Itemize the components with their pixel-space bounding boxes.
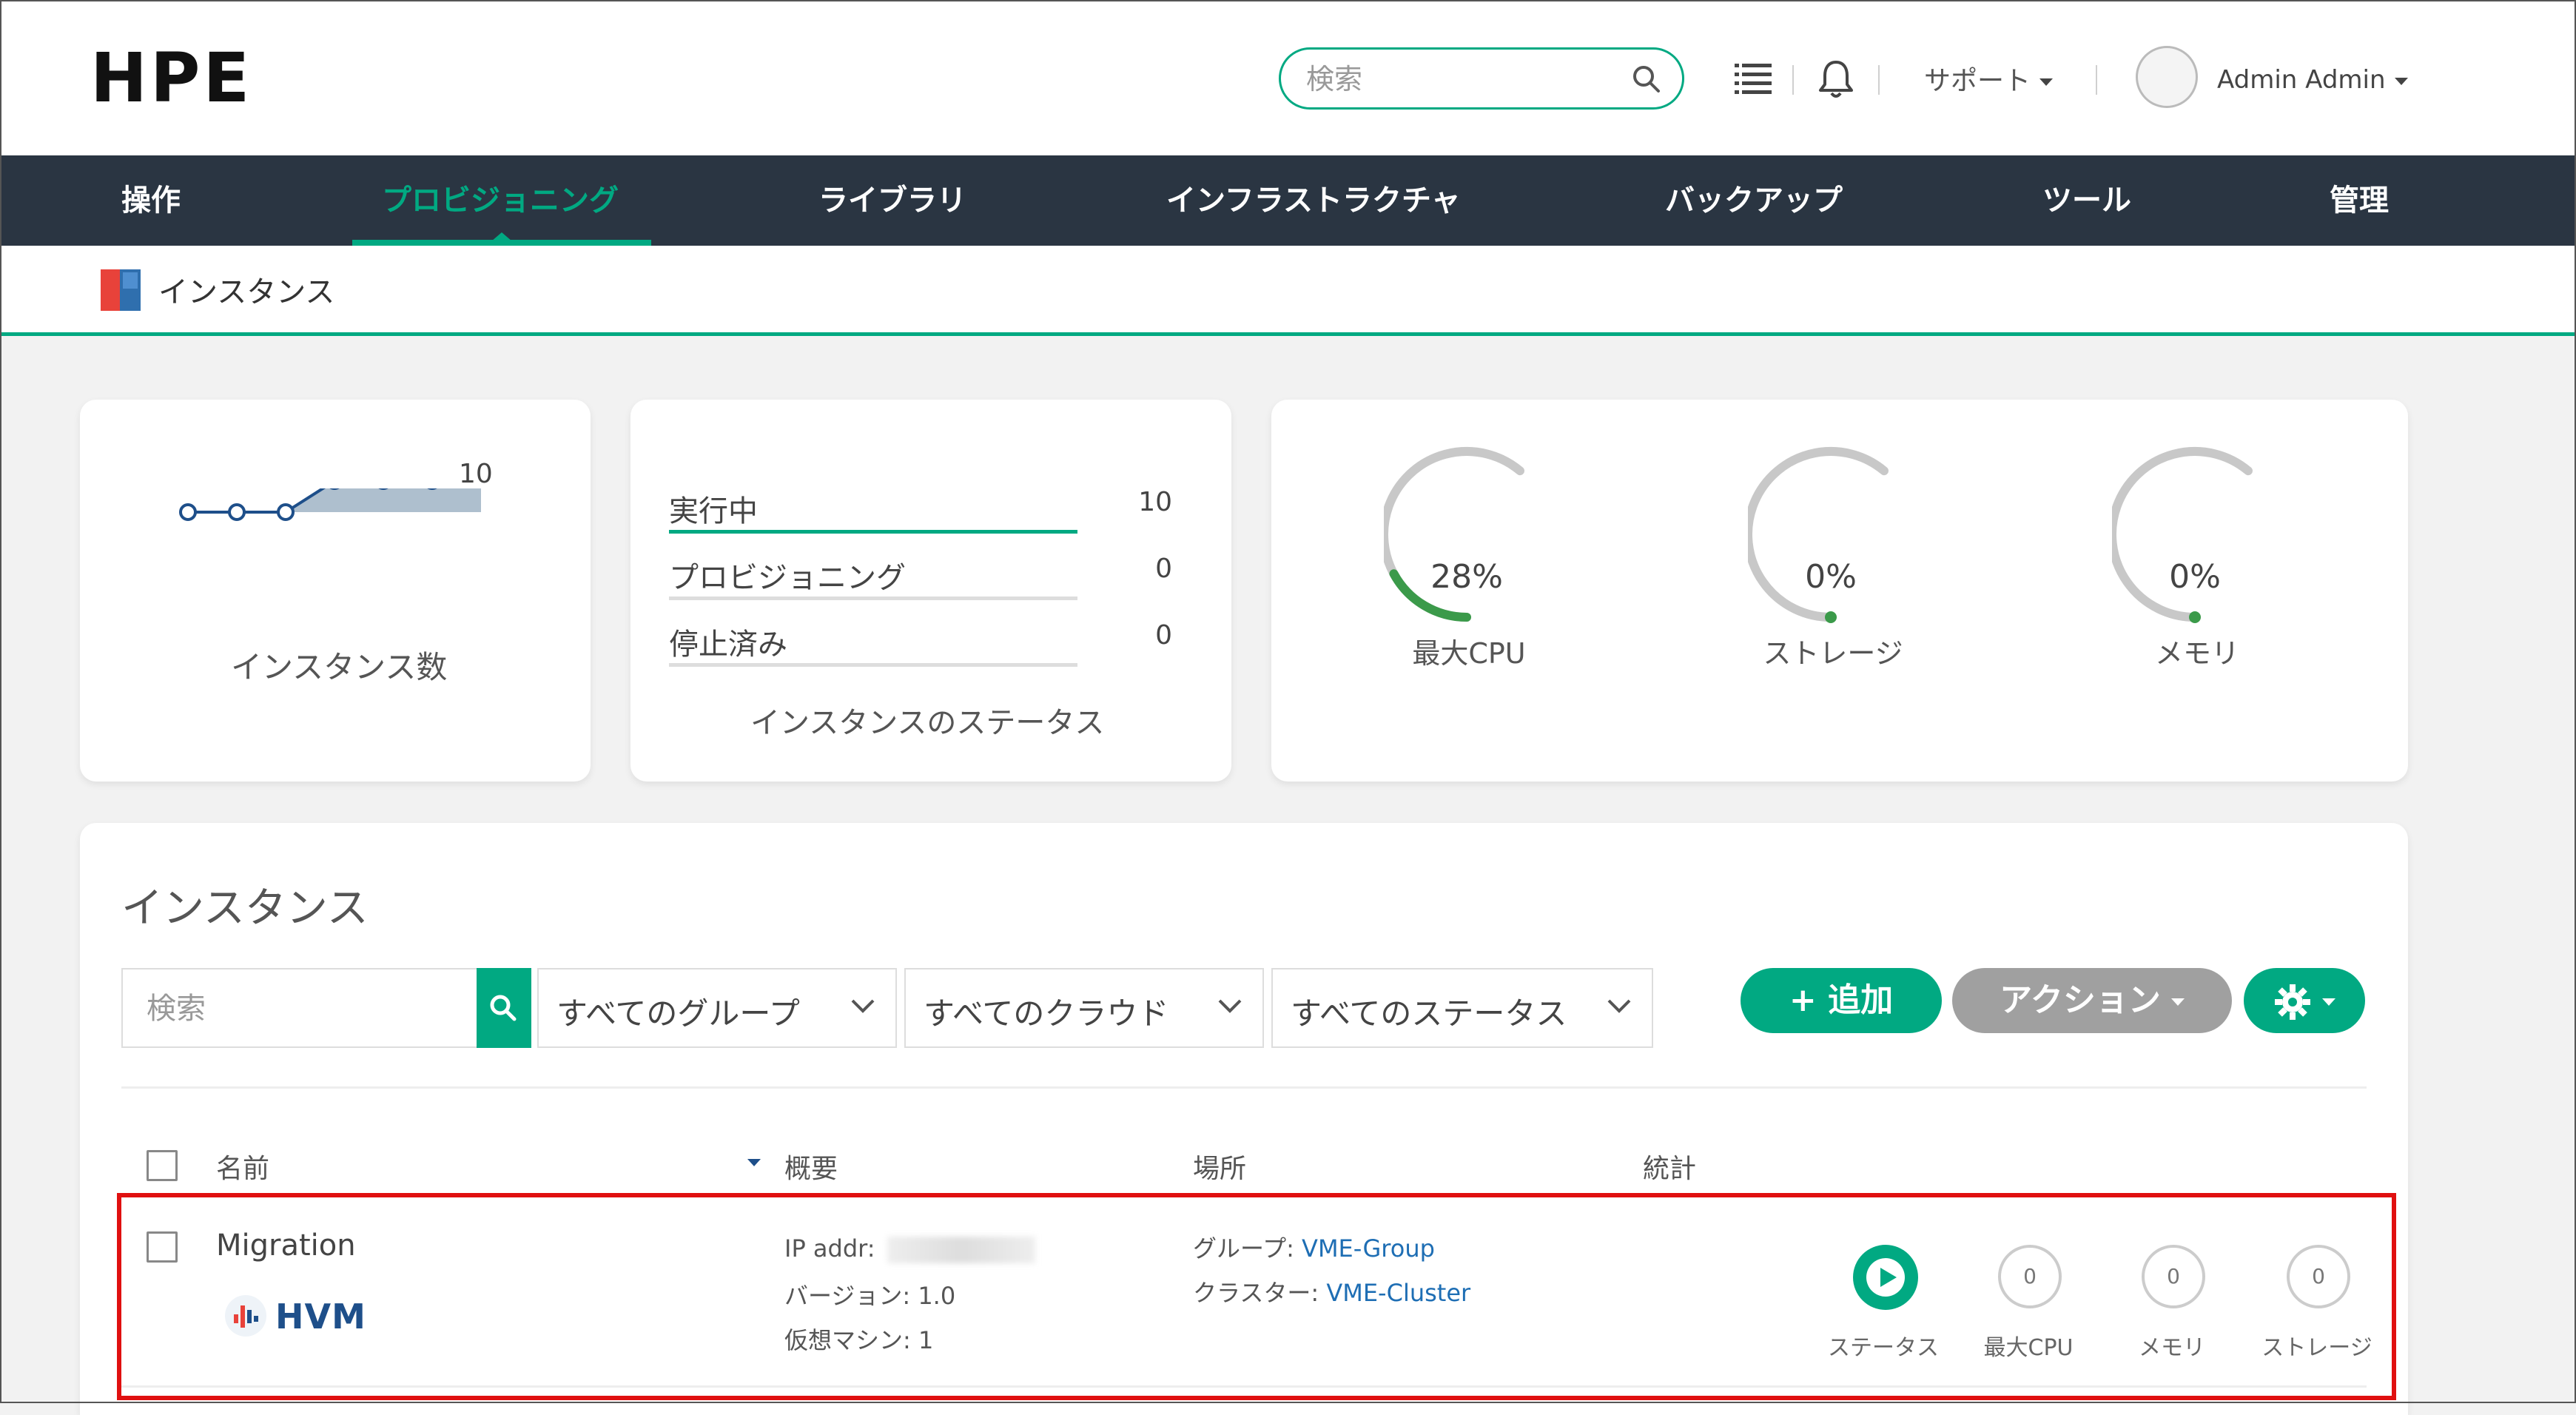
instance-count-caption: インスタンス数: [231, 649, 448, 685]
status-bar: [669, 663, 1077, 667]
chevron-down-icon: [2394, 77, 2408, 85]
gauge-arc: [1748, 447, 1889, 623]
gauge-value: 0%: [2169, 558, 2221, 596]
gauge-value: 28%: [1430, 558, 1503, 596]
add-instance-button[interactable]: + 追加: [1741, 968, 1942, 1033]
header-separator: [2096, 65, 2097, 95]
instances-search[interactable]: [121, 968, 481, 1048]
hpe-logo[interactable]: HPE: [90, 38, 252, 118]
add-button-label: + 追加: [1789, 981, 1894, 1019]
active-tab-indicator: [352, 240, 651, 246]
gauge-arc: [1384, 447, 1524, 622]
avatar[interactable]: [2136, 46, 2198, 108]
gauge-zero-dot: [1825, 611, 1837, 623]
main-nav: 操作 プロビジョニング ライブラリ インフラストラクチャ バックアップ ツール …: [0, 155, 2576, 246]
dropdown-label: すべてのグループ: [556, 995, 800, 1032]
header-separator: [1792, 65, 1794, 95]
gear-icon: [2275, 984, 2310, 1020]
nav-item-administration[interactable]: 管理: [2330, 155, 2389, 246]
sort-desc-icon[interactable]: [747, 1159, 761, 1166]
sparkline-max-label: 10: [459, 459, 493, 489]
status-row-provisioning: プロビジョニング 0: [669, 545, 1172, 604]
instances-title: インスタンス: [121, 884, 369, 932]
status-filter-dropdown[interactable]: すべてのステータス: [1271, 968, 1653, 1048]
instance-count-card: 10 インスタンス数: [80, 400, 591, 782]
status-count: 0: [1155, 620, 1172, 651]
gauge-storage: 0% ストレージ: [1748, 443, 1940, 679]
instances-search-input[interactable]: [145, 987, 444, 1030]
column-header-location[interactable]: 場所: [1193, 1147, 1246, 1186]
instances-icon: [101, 269, 141, 311]
chevron-down-icon: [2039, 78, 2054, 86]
search-icon[interactable]: [1630, 63, 1663, 95]
toolbar-divider: [121, 1086, 2367, 1089]
gauge-max-cpu: 28% 最大CPU: [1384, 443, 1576, 679]
global-search-input[interactable]: [1305, 57, 1618, 101]
status-row-stopped: 停止済み 0: [669, 611, 1172, 670]
status-count: 0: [1155, 554, 1172, 584]
gauge-memory: 0% メモリ: [2112, 443, 2304, 679]
column-header-name[interactable]: 名前: [216, 1147, 269, 1186]
chevron-down-icon: [2322, 998, 2335, 1006]
cloud-filter-dropdown[interactable]: すべてのクラウド: [904, 968, 1264, 1048]
highlight-box: [117, 1193, 2396, 1400]
page-title: インスタンス: [158, 275, 335, 309]
instances-search-button[interactable]: [477, 968, 531, 1048]
status-count: 10: [1138, 487, 1172, 517]
chevron-down-icon: [2170, 998, 2185, 1006]
search-icon: [490, 995, 517, 1021]
nav-item-backups[interactable]: バックアップ: [1665, 155, 1843, 246]
status-label: 停止済み: [669, 628, 787, 662]
status-label: 実行中: [669, 494, 758, 528]
group-filter-dropdown[interactable]: すべてのグループ: [537, 968, 897, 1048]
sparkline-point: [179, 503, 197, 521]
status-row-running: 実行中 10: [669, 478, 1172, 537]
instance-status-card: 実行中 10 プロビジョニング 0 停止済み 0 インスタンスのステータス: [630, 400, 1231, 782]
chevron-down-icon: [1607, 999, 1631, 1013]
top-header: HPE サポート Admin Admin: [0, 0, 2576, 155]
nav-item-tools[interactable]: ツール: [2042, 155, 2131, 246]
list-icon[interactable]: [1735, 62, 1772, 95]
chevron-down-icon: [1218, 999, 1242, 1013]
status-bar: [669, 530, 1077, 534]
logo-text: HPE: [90, 38, 253, 118]
sparkline-point: [277, 503, 295, 521]
header-separator: [1878, 65, 1880, 95]
actions-button[interactable]: アクション: [1952, 968, 2232, 1033]
gauge-arc: [2112, 447, 2253, 623]
nav-item-infrastructure[interactable]: インフラストラクチャ: [1166, 155, 1461, 246]
instance-status-caption: インスタンスのステータス: [750, 706, 1105, 740]
nav-item-operations[interactable]: 操作: [121, 155, 181, 246]
bell-icon[interactable]: [1817, 59, 1854, 99]
gauge-label: メモリ: [2154, 637, 2239, 670]
support-menu[interactable]: サポート: [1924, 59, 2054, 98]
resource-gauges-card: 28% 最大CPU 0% ストレージ 0% メモリ: [1271, 400, 2408, 782]
sparkline-point: [228, 503, 246, 521]
instance-count-sparkline: [179, 488, 481, 521]
column-header-summary[interactable]: 概要: [784, 1147, 838, 1186]
user-menu[interactable]: Admin Admin: [2217, 65, 2408, 95]
gauge-value: 0%: [1805, 558, 1857, 596]
gauge-label: 最大CPU: [1412, 637, 1526, 670]
chevron-down-icon: [851, 999, 875, 1013]
status-bar: [669, 596, 1077, 600]
dropdown-label: すべてのステータス: [1291, 995, 1567, 1032]
breadcrumb: インスタンス: [0, 246, 2576, 336]
settings-button[interactable]: [2244, 968, 2365, 1033]
gauge-label: ストレージ: [1763, 637, 1903, 670]
nav-item-library[interactable]: ライブラリ: [818, 155, 966, 246]
status-label: プロビジョニング: [669, 561, 906, 595]
gauge-zero-dot: [2189, 611, 2201, 623]
global-search[interactable]: [1279, 47, 1684, 110]
support-label: サポート: [1924, 66, 2031, 96]
select-all-checkbox[interactable]: [147, 1150, 178, 1181]
column-header-stats[interactable]: 統計: [1643, 1147, 1696, 1186]
user-name: Admin Admin: [2217, 65, 2386, 95]
actions-button-label: アクション: [2000, 981, 2161, 1019]
dropdown-label: すべてのクラウド: [924, 995, 1169, 1032]
